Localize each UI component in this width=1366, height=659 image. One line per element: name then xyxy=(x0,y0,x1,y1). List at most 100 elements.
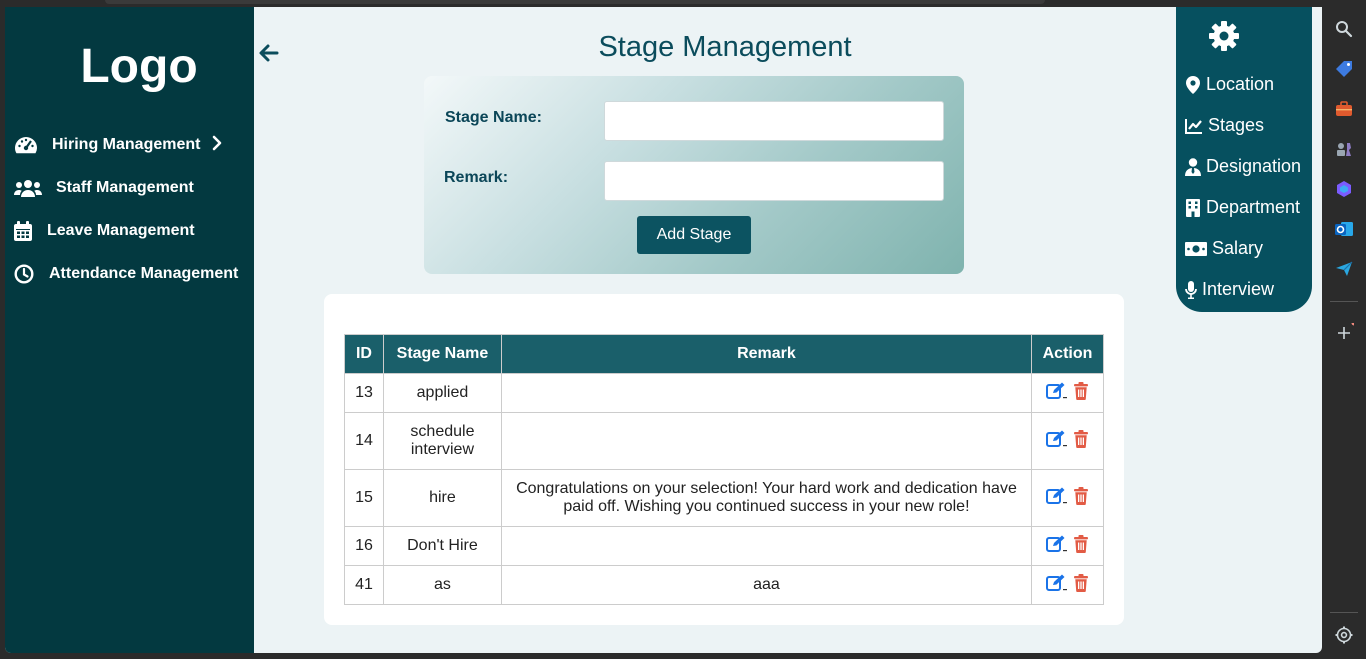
browser-tab-strip xyxy=(105,0,1045,4)
menu-item-label: Location xyxy=(1206,74,1275,94)
cell-remark: aaa xyxy=(500,565,1033,605)
trash-icon[interactable] xyxy=(1073,486,1089,510)
menu-item-salary[interactable]: Salary xyxy=(1184,238,1263,259)
stages-table: ID Stage Name Remark Action 13 applied 1… xyxy=(344,334,1104,605)
menu-item-designation[interactable]: Designation xyxy=(1184,156,1301,177)
nav-staff-management[interactable]: Staff Management xyxy=(13,177,194,199)
search-icon[interactable] xyxy=(1334,19,1354,39)
tag-icon[interactable] xyxy=(1334,59,1354,79)
menu-item-label: Salary xyxy=(1212,238,1264,258)
cell-stage-name: hire xyxy=(382,469,502,527)
nav-label: Attendance Management xyxy=(49,265,239,282)
map-pin-icon xyxy=(1184,75,1202,94)
games-icon[interactable] xyxy=(1334,139,1354,159)
menu-item-label: Designation xyxy=(1206,156,1302,176)
menu-item-label: Department xyxy=(1206,197,1301,217)
cell-id: 13 xyxy=(344,373,384,413)
cell-action xyxy=(1031,373,1104,413)
microphone-icon xyxy=(1184,280,1198,299)
cell-stage-name: applied xyxy=(382,373,502,413)
menu-item-department[interactable]: Department xyxy=(1184,197,1300,218)
trash-icon[interactable] xyxy=(1073,429,1089,453)
table-row: 15 hire Congratulations on your selectio… xyxy=(344,469,1104,527)
table-row: 41 as aaa xyxy=(344,565,1104,605)
nav-label: Leave Management xyxy=(47,222,195,239)
menu-item-label: Stages xyxy=(1208,115,1265,135)
app-window: Logo Hiring Management Staff Management … xyxy=(5,7,1322,653)
cell-action xyxy=(1031,565,1104,605)
cell-id: 16 xyxy=(344,526,384,566)
stage-name-label: Stage Name: xyxy=(445,109,542,126)
cell-id: 41 xyxy=(344,565,384,605)
table-header-row: ID Stage Name Remark Action xyxy=(344,334,1104,374)
back-arrow-icon[interactable] xyxy=(257,41,281,65)
trash-icon[interactable] xyxy=(1073,534,1089,558)
edit-icon[interactable] xyxy=(1046,535,1068,558)
add-stage-form: Stage Name: Remark: Add Stage xyxy=(424,76,964,274)
cell-stage-name: schedule interview xyxy=(382,412,502,470)
column-header-stage-name: Stage Name xyxy=(382,334,502,374)
cell-id: 14 xyxy=(344,412,384,470)
chevron-right-icon xyxy=(212,135,222,156)
nav-attendance-management[interactable]: Attendance Management xyxy=(13,263,238,285)
cell-stage-name: as xyxy=(382,565,502,605)
outlook-icon[interactable] xyxy=(1334,219,1354,239)
remark-label: Remark: xyxy=(444,169,509,186)
gauge-icon xyxy=(13,134,39,156)
logo: Logo xyxy=(80,40,198,93)
cell-id: 15 xyxy=(344,469,384,527)
left-sidebar: Logo Hiring Management Staff Management … xyxy=(5,7,254,653)
table-row: 13 applied xyxy=(344,373,1104,413)
remark-input[interactable] xyxy=(604,161,944,201)
table-row: 14 schedule interview xyxy=(344,412,1104,470)
nav-label: Hiring Management xyxy=(52,136,201,153)
cell-stage-name: Don't Hire xyxy=(382,526,502,566)
add-icon[interactable] xyxy=(1334,320,1357,343)
nav-label: Staff Management xyxy=(56,179,194,196)
edit-icon[interactable] xyxy=(1046,574,1068,597)
gear-icon[interactable] xyxy=(1207,19,1241,53)
edit-icon[interactable] xyxy=(1046,382,1068,405)
menu-item-label: Interview xyxy=(1202,279,1275,299)
cell-action xyxy=(1031,526,1104,566)
building-icon xyxy=(1184,198,1202,217)
browser-top-strip xyxy=(0,0,1366,7)
users-icon xyxy=(13,177,43,199)
cell-action xyxy=(1031,412,1104,470)
menu-item-stages[interactable]: Stages xyxy=(1184,115,1264,136)
settings-icon[interactable] xyxy=(1334,625,1354,645)
nav-leave-management[interactable]: Leave Management xyxy=(13,220,195,242)
calendar-icon xyxy=(13,220,33,242)
cell-remark xyxy=(500,412,1033,470)
clock-icon xyxy=(13,263,35,285)
column-header-remark: Remark xyxy=(500,334,1033,374)
cell-remark xyxy=(500,373,1033,413)
add-stage-button[interactable]: Add Stage xyxy=(637,216,751,254)
cell-action xyxy=(1031,469,1104,527)
nav-hiring-management[interactable]: Hiring Management xyxy=(13,134,222,156)
menu-item-location[interactable]: Location xyxy=(1184,74,1274,95)
rail-divider xyxy=(1330,612,1358,613)
column-header-action: Action xyxy=(1031,334,1104,374)
column-header-id: ID xyxy=(344,334,384,374)
money-bill-icon xyxy=(1184,240,1208,258)
stages-table-card: ID Stage Name Remark Action 13 applied 1… xyxy=(324,294,1124,625)
cell-remark: Congratulations on your selection! Your … xyxy=(500,469,1033,527)
user-tie-icon xyxy=(1184,157,1202,176)
trash-icon[interactable] xyxy=(1073,381,1089,405)
stage-name-input[interactable] xyxy=(604,101,944,141)
chart-line-icon xyxy=(1184,117,1204,135)
menu-item-interview[interactable]: Interview xyxy=(1184,279,1274,300)
browser-sidebar-rail xyxy=(1322,0,1366,659)
toolbox-icon[interactable] xyxy=(1334,99,1354,119)
trash-icon[interactable] xyxy=(1073,573,1089,597)
edit-icon[interactable] xyxy=(1046,487,1068,510)
send-icon[interactable] xyxy=(1334,259,1354,279)
table-row: 16 Don't Hire xyxy=(344,526,1104,566)
rail-divider xyxy=(1330,301,1358,302)
edit-icon[interactable] xyxy=(1046,430,1068,453)
cell-remark xyxy=(500,526,1033,566)
page-title: Stage Management xyxy=(598,31,852,63)
right-settings-menu: Location Stages Designation Department S… xyxy=(1176,7,1312,312)
copilot-icon[interactable] xyxy=(1334,179,1354,199)
